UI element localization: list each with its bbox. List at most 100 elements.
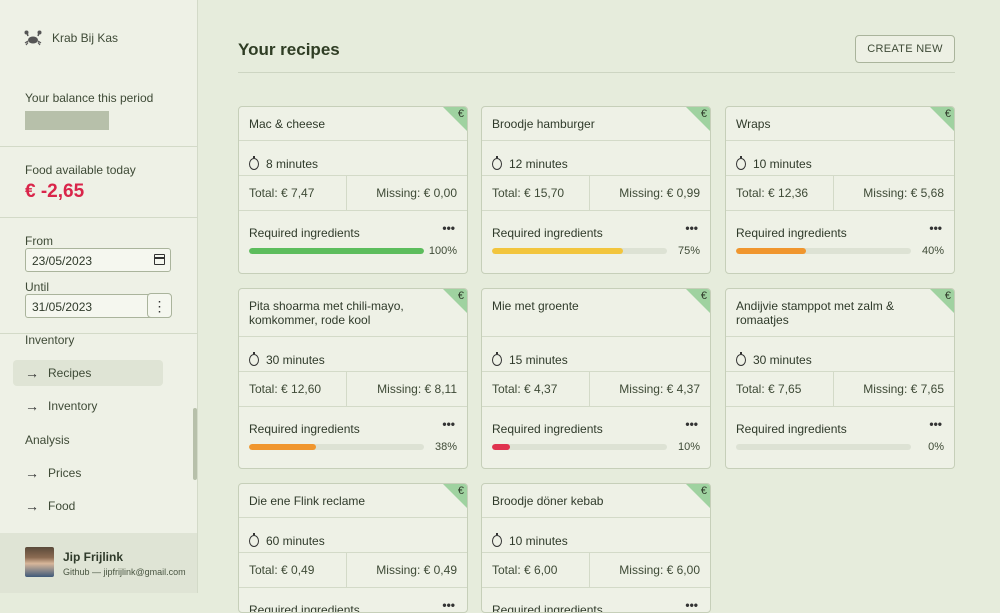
recipe-card[interactable]: € Pita shoarma met chili-mayo, komkommer… (238, 288, 468, 469)
card-divider (726, 336, 954, 337)
recipe-total: Total: € 7,65 (736, 382, 802, 396)
nav-item-food[interactable]: → Food (13, 493, 163, 519)
card-divider (482, 587, 710, 588)
from-label: From (25, 234, 53, 248)
euro-icon: € (700, 108, 707, 120)
brand[interactable]: Krab Bij Kas (24, 30, 118, 46)
recipe-title: Broodje döner kebab (492, 494, 604, 508)
recipe-time-label: 30 minutes (753, 353, 812, 367)
recipe-title: Die ene Flink reclame (249, 494, 366, 508)
card-divider (239, 371, 467, 372)
more-dots-icon[interactable]: ••• (929, 221, 942, 235)
ingredients-progress-fill (249, 444, 316, 450)
recipe-card[interactable]: € Wraps 10 minutes Total: € 12,36 Missin… (725, 106, 955, 274)
food-available-value: € -2,65 (25, 181, 85, 202)
nav-item-label: Prices (48, 466, 82, 480)
required-ingredients-label: Required ingredients (492, 226, 603, 240)
euro-icon: € (700, 290, 707, 302)
brand-name: Krab Bij Kas (52, 31, 119, 45)
card-divider (589, 175, 590, 210)
user-name: Jip Frijlink (63, 550, 124, 564)
stopwatch-icon (249, 352, 259, 366)
recipe-total: Total: € 0,49 (249, 563, 315, 577)
ingredients-percent: 38% (434, 441, 457, 453)
more-options-button[interactable]: ⋮ (147, 293, 172, 318)
recipe-card[interactable]: € Broodje hamburger 12 minutes Total: € … (481, 106, 711, 274)
card-divider (239, 336, 467, 337)
ingredients-percent: 100% (428, 245, 457, 257)
recipe-time: 10 minutes (492, 533, 568, 548)
required-ingredients-label: Required ingredients (249, 226, 360, 240)
card-divider (726, 371, 954, 372)
page-title: Your recipes (238, 40, 340, 59)
calendar-icon[interactable] (154, 254, 165, 265)
more-dots-icon[interactable]: ••• (685, 598, 698, 612)
card-divider (482, 517, 710, 518)
stopwatch-icon (249, 156, 259, 170)
required-ingredients-label: Required ingredients (492, 603, 603, 613)
more-dots-icon[interactable]: ••• (442, 417, 455, 431)
title-divider (238, 72, 955, 73)
card-divider (726, 210, 954, 211)
recipe-card[interactable]: € Andijvie stamppot met zalm & romaatjes… (725, 288, 955, 469)
card-divider (239, 175, 467, 176)
recipe-time-label: 8 minutes (266, 157, 319, 171)
recipe-card[interactable]: € Mac & cheese 8 minutes Total: € 7,47 M… (238, 106, 468, 274)
ingredients-progress (736, 444, 911, 450)
user-profile[interactable]: Jip Frijlink Github — jipfrijlink@gmail.… (0, 533, 197, 593)
from-date-input[interactable]: 23/05/2023 (25, 248, 171, 272)
recipe-title: Broodje hamburger (492, 117, 595, 131)
divider (0, 217, 197, 218)
ingredients-progress (492, 444, 667, 450)
recipe-missing: Missing: € 0,99 (619, 186, 700, 200)
recipe-card[interactable]: € Mie met groente 15 minutes Total: € 4,… (481, 288, 711, 469)
stopwatch-icon (736, 156, 746, 170)
until-date-value: 31/05/2023 (32, 300, 93, 314)
nav-section-analysis: Analysis (25, 433, 70, 447)
balance-label: Your balance this period (25, 91, 154, 105)
recipe-time: 30 minutes (249, 352, 325, 367)
recipe-title: Wraps (736, 117, 771, 131)
ingredients-progress (736, 248, 911, 254)
card-divider (239, 210, 467, 211)
recipe-card[interactable]: € Die ene Flink reclame 60 minutes Total… (238, 483, 468, 613)
card-divider (346, 371, 347, 406)
euro-icon: € (944, 290, 951, 302)
recipe-time: 10 minutes (736, 156, 812, 171)
card-divider (833, 175, 834, 210)
recipe-card[interactable]: € Broodje döner kebab 10 minutes Total: … (481, 483, 711, 613)
card-divider (589, 552, 590, 587)
card-divider (482, 140, 710, 141)
ingredients-progress-fill (736, 248, 806, 254)
more-dots-icon[interactable]: ••• (685, 221, 698, 235)
nav-item-inventory[interactable]: → Inventory (13, 393, 163, 419)
ingredients-percent: 0% (928, 441, 944, 453)
card-divider (239, 140, 467, 141)
card-divider (726, 406, 954, 407)
recipe-title: Andijvie stamppot met zalm & romaatjes (736, 299, 895, 327)
more-dots-icon[interactable]: ••• (442, 598, 455, 612)
arrow-right-icon: → (25, 365, 39, 381)
recipe-time-label: 60 minutes (266, 534, 325, 548)
more-dots-icon[interactable]: ••• (929, 417, 942, 431)
card-divider (239, 406, 467, 407)
required-ingredients-label: Required ingredients (736, 422, 847, 436)
ingredients-percent: 10% (677, 441, 700, 453)
create-new-button[interactable]: CREATE NEW (855, 35, 955, 63)
more-dots-icon[interactable]: ••• (442, 221, 455, 235)
recipe-time-label: 10 minutes (753, 157, 812, 171)
more-dots-icon[interactable]: ••• (685, 417, 698, 431)
card-divider (346, 175, 347, 210)
recipe-missing: Missing: € 5,68 (863, 186, 944, 200)
nav-section-inventory: Inventory (25, 333, 75, 347)
recipe-time-label: 30 minutes (266, 353, 325, 367)
stopwatch-icon (736, 352, 746, 366)
sidebar-scrollbar[interactable] (193, 408, 197, 480)
food-available-label: Food available today (25, 163, 136, 177)
recipe-time: 30 minutes (736, 352, 812, 367)
recipe-time-label: 15 minutes (509, 353, 568, 367)
nav-item-prices[interactable]: → Prices (13, 460, 163, 486)
stopwatch-icon (492, 533, 502, 547)
nav-item-recipes[interactable]: → Recipes (13, 360, 163, 386)
ingredients-progress-fill (249, 248, 424, 254)
